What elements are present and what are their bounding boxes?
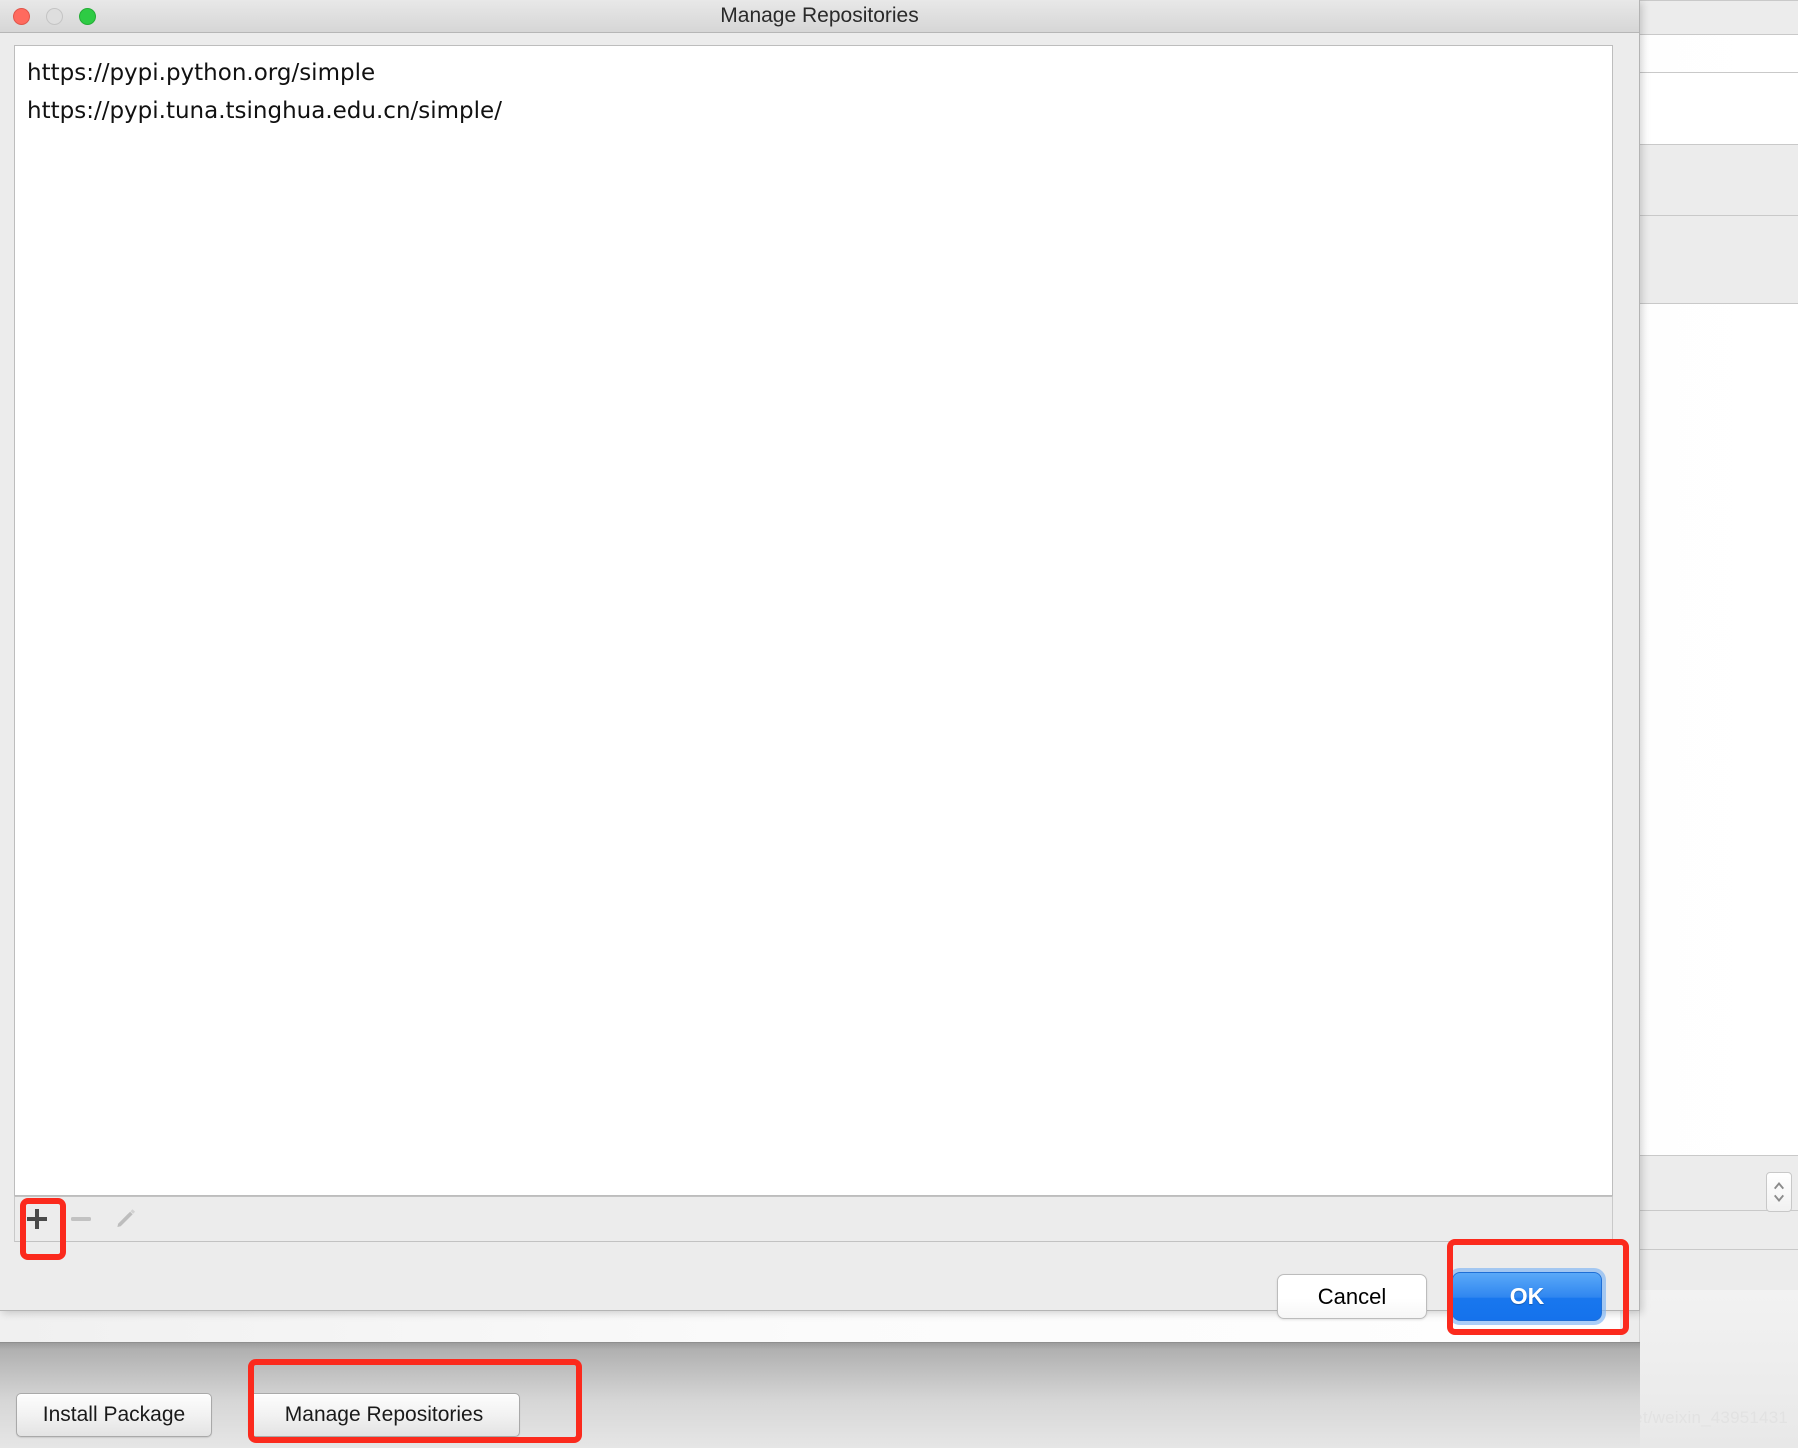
background-row — [1640, 1211, 1798, 1249]
install-package-button[interactable]: Install Package — [16, 1393, 212, 1437]
list-item[interactable]: https://pypi.python.org/simple — [15, 54, 1612, 92]
background-row — [1640, 145, 1798, 215]
background-row — [1640, 216, 1798, 303]
dialog-titlebar: Manage Repositories — [0, 0, 1639, 33]
repository-list[interactable]: https://pypi.python.org/simple https://p… — [14, 45, 1613, 1196]
dialog-title: Manage Repositories — [720, 4, 919, 27]
ok-button[interactable]: OK — [1452, 1272, 1602, 1321]
list-item[interactable]: https://pypi.tuna.tsinghua.edu.cn/simple… — [15, 92, 1612, 130]
screenshot-root: https://blog.csdn.net/weixin_43951431 In… — [0, 0, 1798, 1448]
pencil-icon — [111, 1205, 139, 1233]
remove-repository-button — [59, 1197, 103, 1241]
manage-repositories-dialog: Manage Repositories https://pypi.python.… — [0, 0, 1640, 1321]
value-stepper[interactable] — [1766, 1172, 1792, 1212]
stepper-up-down-icon — [1771, 1179, 1787, 1205]
background-row — [1640, 1250, 1798, 1290]
background-row-divider — [1640, 0, 1798, 1]
cancel-button[interactable]: Cancel — [1277, 1274, 1427, 1319]
add-repository-button[interactable] — [15, 1197, 59, 1241]
background-row — [1640, 73, 1798, 144]
manage-repositories-button[interactable]: Manage Repositories — [248, 1393, 520, 1437]
host-bottom-bar — [0, 1342, 1640, 1448]
edit-repository-button — [103, 1197, 147, 1241]
background-row — [1640, 0, 1798, 34]
background-row-divider — [1640, 303, 1798, 304]
background-row-divider — [1640, 34, 1798, 35]
repository-list-items: https://pypi.python.org/simple https://p… — [15, 46, 1612, 131]
minus-icon — [68, 1206, 94, 1232]
plus-icon — [24, 1206, 50, 1232]
repository-list-toolbar — [14, 1196, 1613, 1242]
